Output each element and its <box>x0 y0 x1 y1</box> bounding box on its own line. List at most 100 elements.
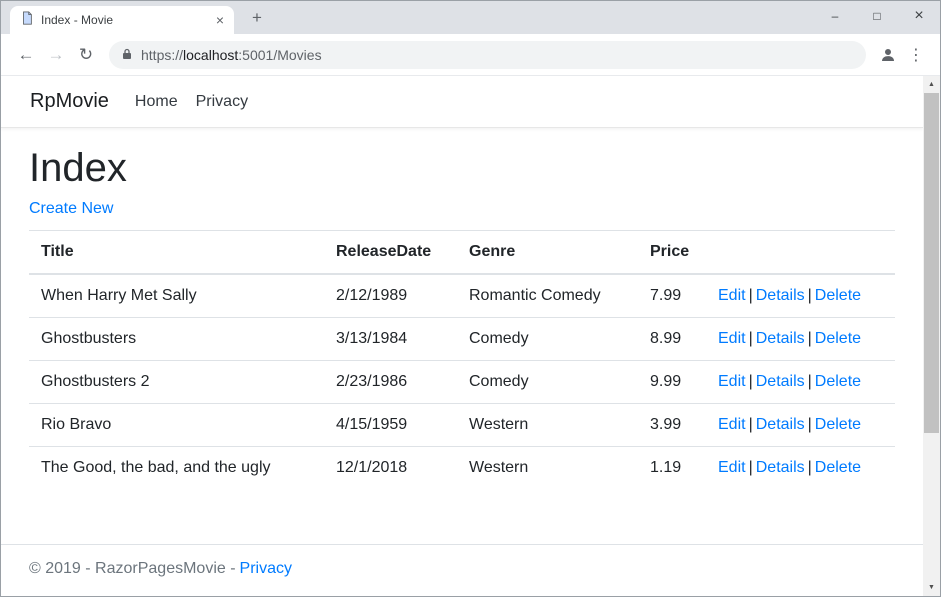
address-bar[interactable]: https://localhost:5001/Movies <box>109 41 866 69</box>
url-scheme: https:// <box>141 47 183 63</box>
nav-link-home[interactable]: Home <box>135 93 178 111</box>
genre-cell: Western <box>457 404 638 447</box>
price-cell: 7.99 <box>638 274 706 318</box>
column-header-actions <box>706 231 895 275</box>
edit-link[interactable]: Edit <box>718 459 746 476</box>
scroll-up-button[interactable]: ▲ <box>923 76 940 93</box>
column-header-price: Price <box>638 231 706 275</box>
menu-button[interactable]: ⋮ <box>902 41 930 69</box>
window-controls: – □ × <box>814 1 940 31</box>
edit-link[interactable]: Edit <box>718 287 746 304</box>
details-link[interactable]: Details <box>756 416 805 433</box>
movie-title-cell: Rio Bravo <box>29 404 324 447</box>
delete-link[interactable]: Delete <box>815 416 861 433</box>
action-separator: | <box>808 459 812 476</box>
genre-cell: Comedy <box>457 361 638 404</box>
delete-link[interactable]: Delete <box>815 287 861 304</box>
release-date-cell: 2/12/1989 <box>324 274 457 318</box>
nav-link-privacy[interactable]: Privacy <box>196 93 248 111</box>
genre-cell: Western <box>457 447 638 490</box>
price-cell: 8.99 <box>638 318 706 361</box>
url-text: https://localhost:5001/Movies <box>141 47 322 63</box>
browser-tab[interactable]: Index - Movie × <box>10 6 234 34</box>
action-separator: | <box>749 416 753 433</box>
price-cell: 9.99 <box>638 361 706 404</box>
action-separator: | <box>749 459 753 476</box>
table-row: Ghostbusters 3/13/1984 Comedy 8.99 Edit|… <box>29 318 895 361</box>
details-link[interactable]: Details <box>756 330 805 347</box>
table-row: Rio Bravo 4/15/1959 Western 3.99 Edit|De… <box>29 404 895 447</box>
forward-button[interactable]: → <box>41 40 71 70</box>
movie-title-cell: The Good, the bad, and the ugly <box>29 447 324 490</box>
browser-toolbar: ← → ↻ https://localhost:5001/Movies ⋮ <box>1 34 940 76</box>
url-path: :5001/Movies <box>238 47 321 63</box>
column-header-release-date: ReleaseDate <box>324 231 457 275</box>
actions-cell: Edit|Details|Delete <box>706 361 895 404</box>
genre-cell: Romantic Comedy <box>457 274 638 318</box>
scrollbar[interactable]: ▲ ▼ <box>923 76 940 596</box>
actions-cell: Edit|Details|Delete <box>706 318 895 361</box>
close-button[interactable]: × <box>898 1 940 31</box>
maximize-button[interactable]: □ <box>856 1 898 31</box>
details-link[interactable]: Details <box>756 373 805 390</box>
action-separator: | <box>808 416 812 433</box>
back-button[interactable]: ← <box>11 40 41 70</box>
delete-link[interactable]: Delete <box>815 373 861 390</box>
new-tab-button[interactable]: + <box>244 5 270 31</box>
actions-cell: Edit|Details|Delete <box>706 447 895 490</box>
action-separator: | <box>808 330 812 347</box>
price-cell: 1.19 <box>638 447 706 490</box>
table-row: Ghostbusters 2 2/23/1986 Comedy 9.99 Edi… <box>29 361 895 404</box>
actions-cell: Edit|Details|Delete <box>706 404 895 447</box>
favicon-icon <box>20 11 34 30</box>
url-host: localhost <box>183 47 238 63</box>
delete-link[interactable]: Delete <box>815 330 861 347</box>
edit-link[interactable]: Edit <box>718 416 746 433</box>
action-separator: | <box>749 287 753 304</box>
minimize-button[interactable]: – <box>814 1 856 31</box>
reload-button[interactable]: ↻ <box>71 40 101 70</box>
scrollbar-track[interactable] <box>923 93 940 579</box>
copyright-text: © 2019 - RazorPagesMovie - <box>29 560 236 577</box>
edit-link[interactable]: Edit <box>718 373 746 390</box>
table-row: The Good, the bad, and the ugly 12/1/201… <box>29 447 895 490</box>
browser-window: Index - Movie × + – □ × ← → ↻ https://lo… <box>0 0 941 597</box>
movie-title-cell: When Harry Met Sally <box>29 274 324 318</box>
action-separator: | <box>749 373 753 390</box>
price-cell: 3.99 <box>638 404 706 447</box>
create-new-link[interactable]: Create New <box>29 200 113 218</box>
page-title: Index <box>29 146 895 190</box>
table-header-row: Title ReleaseDate Genre Price <box>29 231 895 275</box>
column-header-genre: Genre <box>457 231 638 275</box>
release-date-cell: 3/13/1984 <box>324 318 457 361</box>
table-row: When Harry Met Sally 2/12/1989 Romantic … <box>29 274 895 318</box>
profile-icon[interactable] <box>874 41 902 69</box>
footer-privacy-link[interactable]: Privacy <box>240 560 292 577</box>
page-footer: © 2019 - RazorPagesMovie -Privacy <box>1 544 923 596</box>
edit-link[interactable]: Edit <box>718 330 746 347</box>
lock-icon <box>121 47 133 63</box>
movie-title-cell: Ghostbusters <box>29 318 324 361</box>
column-header-title: Title <box>29 231 324 275</box>
scrollbar-thumb[interactable] <box>924 93 939 433</box>
main-content: Index Create New Title ReleaseDate Genre… <box>1 128 923 489</box>
scroll-down-button[interactable]: ▼ <box>923 579 940 596</box>
action-separator: | <box>808 287 812 304</box>
genre-cell: Comedy <box>457 318 638 361</box>
movies-table: Title ReleaseDate Genre Price When Harry… <box>29 230 895 489</box>
action-separator: | <box>749 330 753 347</box>
page-viewport: RpMovie Home Privacy Index Create New Ti… <box>1 76 940 596</box>
delete-link[interactable]: Delete <box>815 459 861 476</box>
tab-strip: Index - Movie × + – □ × <box>1 1 940 34</box>
tab-title: Index - Movie <box>41 13 209 27</box>
action-separator: | <box>808 373 812 390</box>
details-link[interactable]: Details <box>756 459 805 476</box>
tab-close-icon[interactable]: × <box>216 13 224 27</box>
release-date-cell: 12/1/2018 <box>324 447 457 490</box>
movie-title-cell: Ghostbusters 2 <box>29 361 324 404</box>
actions-cell: Edit|Details|Delete <box>706 274 895 318</box>
brand-link[interactable]: RpMovie <box>30 90 109 113</box>
release-date-cell: 4/15/1959 <box>324 404 457 447</box>
site-navbar: RpMovie Home Privacy <box>1 76 923 128</box>
details-link[interactable]: Details <box>756 287 805 304</box>
